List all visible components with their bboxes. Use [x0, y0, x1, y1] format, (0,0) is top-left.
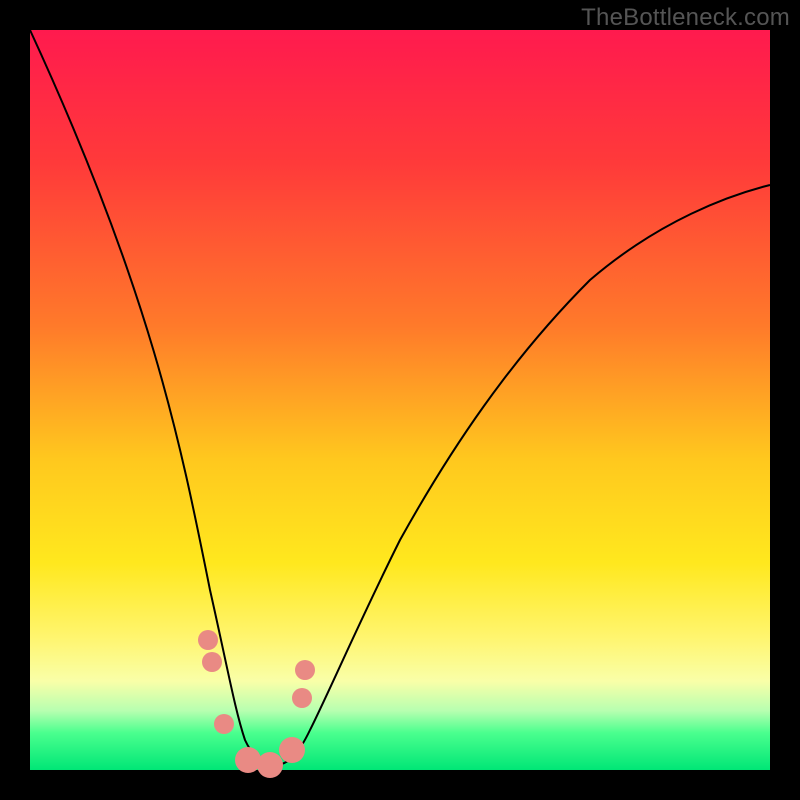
data-marker	[292, 688, 312, 708]
curve-svg	[30, 30, 770, 770]
plot-area	[30, 30, 770, 770]
data-marker	[202, 652, 222, 672]
chart-frame: TheBottleneck.com	[0, 0, 800, 800]
data-marker	[198, 630, 218, 650]
data-marker	[295, 660, 315, 680]
data-marker	[214, 714, 234, 734]
data-marker	[279, 737, 305, 763]
curve-path	[30, 30, 770, 765]
data-marker	[257, 752, 283, 778]
watermark-text: TheBottleneck.com	[581, 4, 790, 32]
